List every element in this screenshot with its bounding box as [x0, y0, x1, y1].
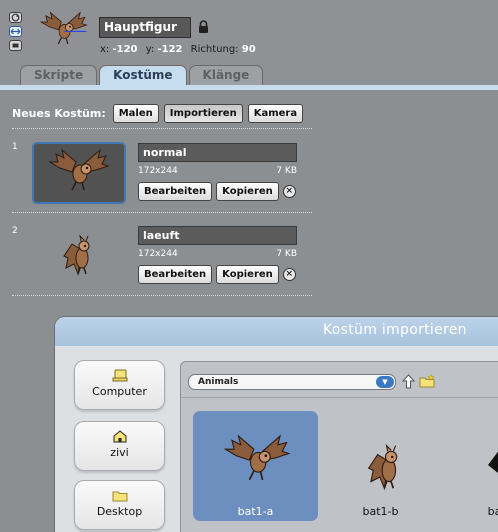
lock-icon[interactable]	[198, 20, 209, 34]
new-costume-label: Neues Kostüm:	[12, 107, 106, 120]
tab-scripts[interactable]: Skripte	[20, 65, 98, 85]
folder-select[interactable]: Animals ▼	[188, 374, 396, 390]
costume-index: 1	[12, 142, 18, 152]
file-label: bat2-a	[487, 505, 498, 518]
costume-name-field[interactable]: laeuft	[138, 226, 297, 245]
location-label: Computer	[92, 385, 147, 398]
folder-select-value: Animals	[198, 377, 239, 387]
copy-costume-button[interactable]: Kopieren	[216, 182, 279, 201]
rotate-any-icon[interactable]	[9, 12, 22, 23]
sprite-position-info: x: -120 y: -122 Richtung: 90	[100, 44, 261, 55]
costume-actions: Bearbeiten Kopieren ×	[138, 265, 296, 284]
costume-thumbnail-laeuft[interactable]	[32, 226, 126, 288]
costume-size: 7 KB	[276, 249, 297, 259]
direction-label: Richtung:	[190, 44, 239, 55]
tab-costumes[interactable]: Kostüme	[99, 65, 187, 86]
edit-costume-button[interactable]: Bearbeiten	[138, 265, 213, 284]
import-costume-dialog: Kostüm importieren Computer zivi Desktop	[55, 317, 498, 532]
costume-thumbnail-normal[interactable]	[32, 142, 126, 204]
no-rotate-icon[interactable]	[9, 40, 22, 51]
costume-actions: Bearbeiten Kopieren ×	[138, 182, 296, 201]
costume-name-field[interactable]: normal	[138, 143, 297, 162]
file-label: bat1-b	[362, 505, 399, 518]
bat-folded-icon	[367, 444, 398, 490]
new-folder-icon[interactable]	[419, 374, 435, 388]
file-item-bat2-a[interactable]: bat2-a	[443, 411, 498, 521]
costume-meta: 172x244 7 KB	[138, 166, 297, 176]
divider	[12, 128, 312, 129]
divider	[181, 397, 498, 398]
file-browser: Animals ▼ bat1-a bat1-b ba	[180, 361, 498, 532]
location-label: Desktop	[96, 505, 143, 518]
chevron-down-icon[interactable]: ▼	[376, 376, 394, 388]
dialog-body: Computer zivi Desktop Animals ▼ bat1-a b…	[55, 346, 498, 532]
import-button[interactable]: Importieren	[163, 104, 243, 123]
location-label: zivi	[110, 446, 129, 459]
x-label: x:	[100, 44, 110, 55]
divider	[12, 212, 312, 213]
location-computer[interactable]: Computer	[74, 360, 165, 410]
camera-button[interactable]: Kamera	[247, 104, 304, 123]
tab-bar: Skripte Kostüme Klänge	[20, 65, 264, 86]
folder-icon	[112, 491, 127, 502]
location-zivi[interactable]: zivi	[74, 421, 165, 471]
close-icon[interactable]: ×	[282, 185, 296, 198]
costume-index: 2	[12, 226, 18, 236]
tab-sounds[interactable]: Klänge	[188, 65, 264, 85]
x-value: -120	[112, 44, 138, 55]
new-costume-bar: Neues Kostüm: Malen Importieren Kamera	[12, 104, 304, 123]
sprite-thumbnail	[38, 8, 88, 50]
file-label: bat1-a	[237, 505, 274, 518]
black-bat-icon	[487, 451, 498, 473]
rotate-left-right-icon[interactable]	[9, 26, 22, 37]
up-arrow-icon[interactable]	[402, 374, 415, 389]
costume-size: 7 KB	[276, 166, 297, 176]
y-value: -122	[157, 44, 183, 55]
copy-costume-button[interactable]: Kopieren	[216, 265, 279, 284]
sprite-name-field[interactable]: Hauptfigur	[99, 17, 191, 38]
bat-open-icon	[224, 435, 290, 481]
bat-open-icon	[49, 149, 109, 191]
dialog-title[interactable]: Kostüm importieren	[55, 317, 498, 346]
file-item-bat1-b[interactable]: bat1-b	[318, 411, 443, 521]
file-item-bat1-a[interactable]: bat1-a	[193, 411, 318, 521]
location-desktop[interactable]: Desktop	[74, 480, 165, 530]
edit-costume-button[interactable]: Bearbeiten	[138, 182, 213, 201]
direction-value: 90	[241, 44, 256, 55]
costume-dimensions: 172x244	[138, 249, 178, 259]
divider	[12, 295, 312, 296]
home-icon	[113, 430, 126, 443]
computer-icon	[112, 369, 127, 382]
paint-button[interactable]: Malen	[112, 104, 159, 123]
costume-meta: 172x244 7 KB	[138, 249, 297, 259]
bat-folded-icon	[63, 235, 90, 275]
rotation-style-group	[9, 12, 23, 54]
y-label: y:	[145, 44, 155, 55]
close-icon[interactable]: ×	[282, 268, 296, 281]
costume-dimensions: 172x244	[138, 166, 178, 176]
